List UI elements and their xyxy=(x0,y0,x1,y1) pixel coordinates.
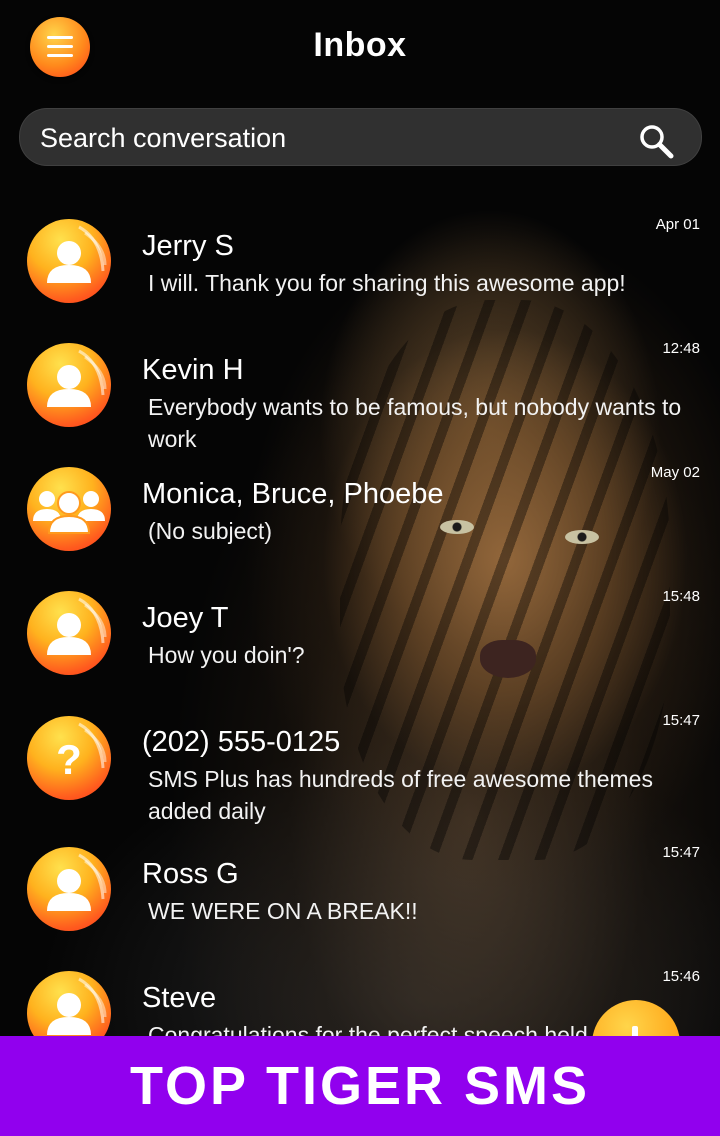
search-bar[interactable] xyxy=(19,108,702,166)
person-icon xyxy=(27,343,111,427)
contact-name: Steve xyxy=(142,982,217,1014)
message-time: 15:48 xyxy=(662,588,700,605)
person-icon xyxy=(27,971,111,1036)
group-icon xyxy=(27,467,111,551)
message-time: 12:48 xyxy=(662,340,700,357)
message-snippet: WE WERE ON A BREAK!! xyxy=(148,898,418,924)
message-snippet: I will. Thank you for sharing this aweso… xyxy=(148,270,626,296)
message-snippet: Everybody wants to be famous, but nobody… xyxy=(148,394,682,452)
page-title: Inbox xyxy=(313,26,407,64)
promo-banner: TOP TIGER SMS xyxy=(0,1036,720,1136)
message-snippet: How you doin'? xyxy=(148,642,305,668)
message-time: 15:47 xyxy=(662,844,700,861)
message-snippet: (No subject) xyxy=(148,518,272,544)
conversation-row[interactable]: Ross G WE WERE ON A BREAK!! 15:47 xyxy=(0,836,720,960)
contact-name: Kevin H xyxy=(142,354,244,386)
conversation-row[interactable]: Jerry S I will. Thank you for sharing th… xyxy=(0,208,720,332)
conversation-row[interactable]: Kevin H Everybody wants to be famous, bu… xyxy=(0,332,720,456)
search-icon[interactable] xyxy=(636,121,676,161)
message-snippet: SMS Plus has hundreds of free awesome th… xyxy=(148,766,653,824)
message-time: 15:46 xyxy=(662,968,700,985)
conversation-row[interactable]: Joey T How you doin'? 15:48 xyxy=(0,580,720,704)
search-input[interactable] xyxy=(38,119,622,157)
message-time: Apr 01 xyxy=(655,216,700,233)
person-icon xyxy=(27,847,111,931)
person-icon xyxy=(27,591,111,675)
message-time: May 02 xyxy=(650,464,700,481)
contact-name: (202) 555-0125 xyxy=(142,726,341,758)
svg-text:?: ? xyxy=(56,736,82,783)
contact-name: Ross G xyxy=(142,858,239,890)
contact-name: Jerry S xyxy=(142,230,234,262)
conversation-list: Jerry S I will. Thank you for sharing th… xyxy=(0,208,720,1036)
conversation-row[interactable]: ? (202) 555-0125 SMS Plus has hundreds o… xyxy=(0,704,720,844)
message-time: 15:47 xyxy=(662,712,700,729)
contact-name: Joey T xyxy=(142,602,229,634)
person-icon xyxy=(27,219,111,303)
conversation-row[interactable]: Monica, Bruce, Phoebe (No subject) May 0… xyxy=(0,456,720,580)
contact-name: Monica, Bruce, Phoebe xyxy=(142,478,444,510)
unknown-contact-icon: ? xyxy=(27,716,111,800)
